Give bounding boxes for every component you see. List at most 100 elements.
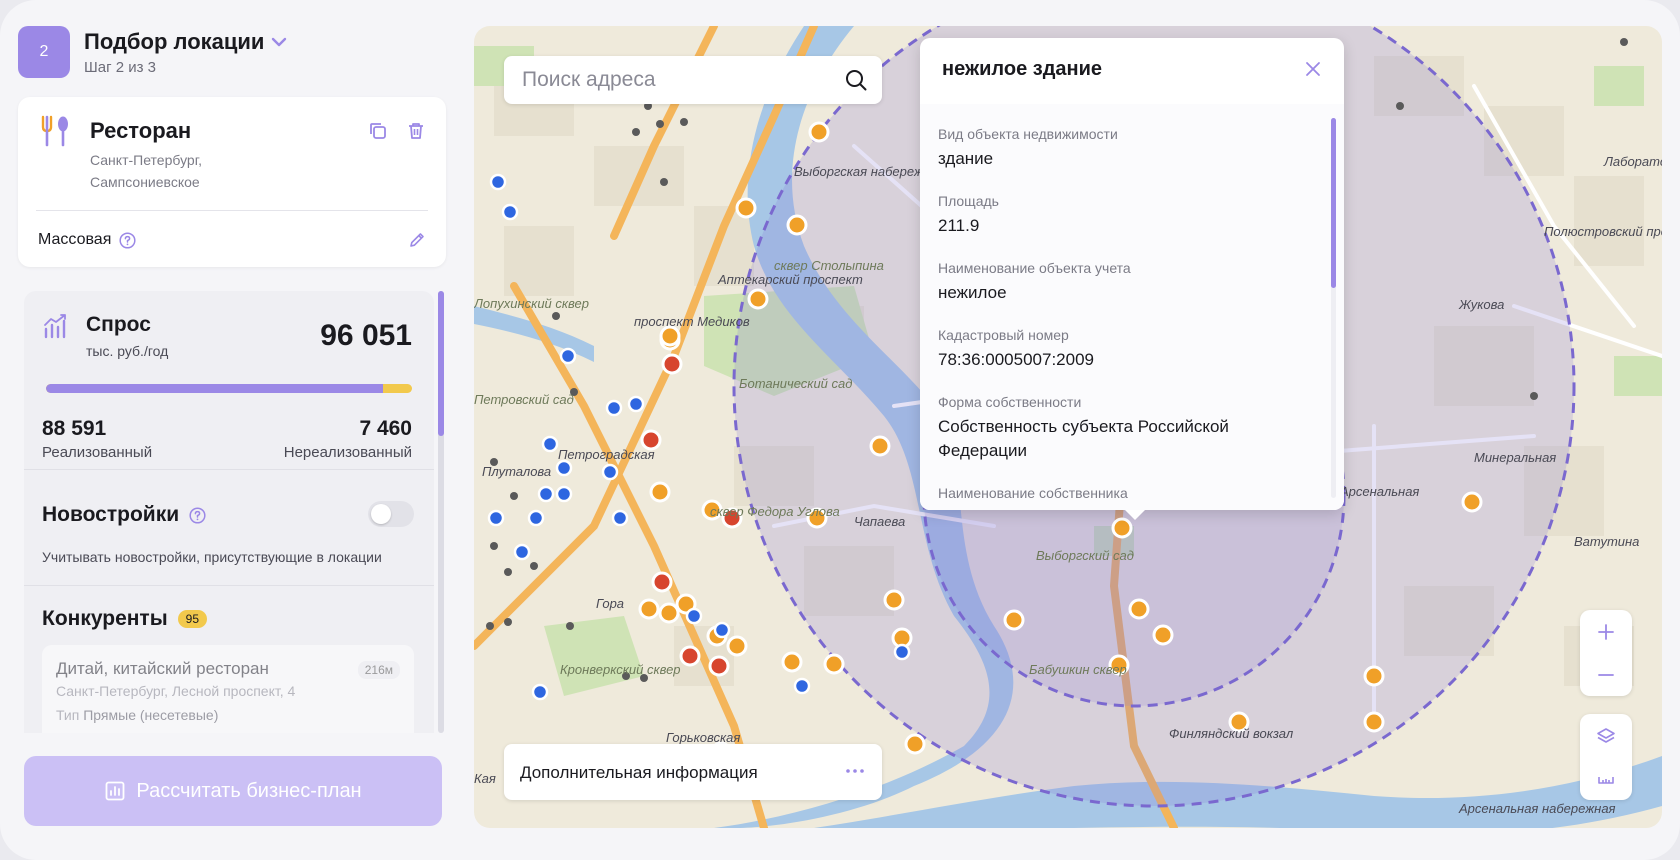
fork-knife-icon	[41, 115, 68, 147]
map-label: Плуталова	[482, 464, 551, 479]
zoom-out-button[interactable]	[1580, 653, 1632, 696]
panel-scrollbar[interactable]	[438, 291, 444, 733]
demand-progress-bar	[46, 384, 412, 393]
popup-field-label: Наименование объекта учета	[938, 260, 1131, 276]
map-label: Чапаева	[854, 514, 905, 529]
map-label: Финляндский вокзал	[1169, 726, 1294, 741]
popup-field: Площадь 211.9	[920, 193, 1344, 238]
popup-field-value: Собственность субъекта Российской Федера…	[938, 417, 1229, 460]
additional-info-label: Дополнительная информация	[520, 763, 758, 782]
popup-field: Форма собственности Собственность субъек…	[920, 394, 1344, 463]
popup-field-value: 211.9	[938, 216, 980, 235]
step-number-badge: 2	[18, 26, 70, 78]
map-label: Ватутина	[1574, 534, 1639, 549]
popup-field: Наименование собственника	[920, 485, 1344, 501]
restaurant-mode-label: Массовая	[38, 231, 112, 248]
popup-scrollbar[interactable]	[1331, 118, 1336, 498]
popup-field-value: здание	[938, 149, 994, 168]
address-search[interactable]	[504, 56, 882, 104]
demand-realized-value: 88 591	[42, 417, 107, 440]
competitor-card[interactable]: Дитай, китайский ресторан 216м Санкт-Пет…	[42, 645, 414, 733]
calculate-business-plan-button[interactable]: Рассчитать бизнес-план	[24, 756, 442, 826]
question-icon[interactable]	[119, 231, 136, 249]
popup-field-label: Площадь	[938, 193, 999, 209]
new-buildings-toggle[interactable]	[368, 501, 414, 527]
map-label: Гора	[596, 596, 624, 611]
zoom-in-button[interactable]	[1580, 610, 1632, 653]
step-header[interactable]: 2 Подбор локации Шаг 2 из 3	[18, 26, 288, 78]
map-label: Ботанический сад	[739, 376, 852, 391]
calculate-business-plan-label: Рассчитать бизнес-план	[136, 779, 362, 802]
restaurant-actions	[368, 121, 426, 141]
section-divider	[24, 469, 434, 470]
minus-icon	[1598, 673, 1614, 676]
app-window: 2 Подбор локации Шаг 2 из 3 Ресторан Сан…	[0, 0, 1680, 860]
question-icon[interactable]	[189, 506, 206, 524]
step-title[interactable]: Подбор локации	[84, 29, 288, 55]
popup-field: Наименование объекта учета нежилое	[920, 260, 1344, 305]
competitor-type: Тип Прямые (несетевые)	[56, 707, 218, 723]
analytics-panel[interactable]: Спрос тыс. руб./год 96 051 88 591 Реализ…	[24, 291, 434, 733]
demand-unit: тыс. руб./год	[86, 343, 169, 359]
competitor-type-label: Тип	[56, 707, 80, 723]
map-label: Лопухинский сквер	[474, 296, 589, 311]
ruler-button[interactable]	[1580, 757, 1632, 800]
popup-field: Кадастровый номер 78:36:0005007:2009	[920, 327, 1344, 372]
panel-scrollbar-thumb[interactable]	[438, 291, 444, 436]
popup-field-value: нежилое	[938, 283, 1007, 302]
search-input[interactable]	[522, 56, 832, 104]
demand-unrealized-label: Нереализованный	[283, 444, 412, 461]
copy-icon[interactable]	[368, 121, 388, 141]
map-label: Кронверкский сквер	[560, 662, 681, 677]
competitor-distance: 216м	[357, 661, 400, 679]
more-dots-icon[interactable]	[844, 760, 866, 782]
close-icon[interactable]	[1304, 60, 1322, 78]
map-label: сквер Столыпина	[774, 258, 884, 273]
map-label: Арсенальная	[1339, 484, 1419, 499]
map-label: Кая	[474, 771, 496, 786]
map-tools	[1580, 714, 1632, 800]
new-buildings-title: Новостройки	[42, 503, 206, 527]
map-label: Петровский сад	[474, 392, 574, 407]
chart-growth-icon	[44, 314, 66, 339]
trash-icon[interactable]	[406, 121, 426, 141]
plus-icon	[1598, 623, 1614, 640]
map-label: Петроградская	[558, 447, 655, 462]
new-buildings-description: Учитывать новостройки, присутствующие в …	[42, 549, 382, 565]
search-icon[interactable]	[844, 68, 868, 92]
popup-field: Вид объекта недвижимости здание	[920, 126, 1344, 171]
popup-field-label: Кадастровый номер	[938, 327, 1069, 343]
zoom-controls	[1580, 610, 1632, 696]
step-texts: Подбор локации Шаг 2 из 3	[84, 29, 288, 76]
popup-body[interactable]: Вид объекта недвижимости здание Площадь …	[920, 104, 1344, 510]
competitor-type-value: Прямые (несетевые)	[83, 707, 219, 723]
popup-field-label: Вид объекта недвижимости	[938, 126, 1118, 142]
popup-scrollbar-thumb[interactable]	[1331, 118, 1336, 288]
map-label: Бабушкин сквер	[1029, 662, 1127, 677]
ruler-icon	[1598, 776, 1614, 784]
demand-title: Спрос	[86, 313, 151, 336]
demand-progress-fill	[46, 384, 384, 393]
step-title-text: Подбор локации	[84, 28, 265, 54]
step-subtitle: Шаг 2 из 3	[84, 58, 157, 76]
popup-field-value: 78:36:0005007:2009	[938, 350, 1094, 369]
chevron-down-icon[interactable]	[270, 33, 288, 51]
pencil-icon[interactable]	[408, 231, 426, 249]
demand-unrealized-value: 7 460	[359, 417, 412, 440]
map-label: Аптекарский проспект	[717, 272, 863, 287]
demand-section: Спрос тыс. руб./год 96 051 88 591 Реализ…	[24, 291, 434, 481]
competitors-count-badge: 95	[177, 610, 208, 628]
map-label: Арсенальная набережная	[1458, 801, 1616, 816]
competitors-title-text: Конкуренты	[42, 607, 168, 630]
restaurant-divider	[36, 210, 428, 211]
map-label: Минеральная	[1474, 450, 1556, 465]
demand-total: 96 051	[320, 319, 412, 352]
map-label: Полюстровский проспект	[1544, 224, 1662, 239]
restaurant-title: Ресторан	[90, 118, 192, 143]
popup-title: нежилое здание	[942, 58, 1103, 80]
layers-icon	[1597, 727, 1615, 743]
map-label: Лабораторная	[1603, 154, 1662, 169]
additional-info-bar[interactable]: Дополнительная информация	[504, 744, 882, 800]
layers-button[interactable]	[1580, 714, 1632, 757]
popup-field-label: Наименование собственника	[938, 485, 1128, 501]
